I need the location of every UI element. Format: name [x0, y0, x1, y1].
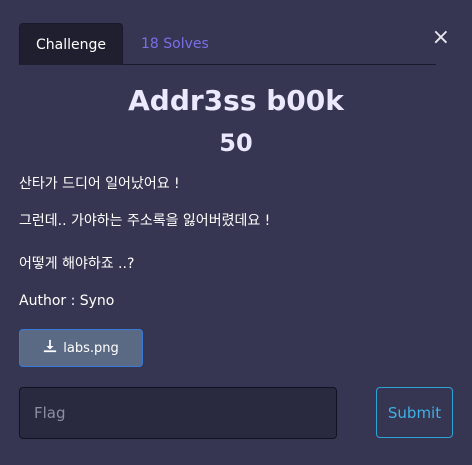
- tab-solves[interactable]: 18 Solves: [125, 23, 225, 65]
- tab-challenge[interactable]: Challenge: [19, 23, 123, 65]
- challenge-title: Addr3ss b00k: [128, 84, 344, 117]
- flag-input[interactable]: [19, 387, 337, 439]
- challenge-tabs: Challenge 18 Solves: [19, 23, 436, 65]
- author-line: Author : Syno: [19, 293, 115, 309]
- download-icon: [43, 339, 57, 357]
- file-name: labs.png: [63, 340, 119, 356]
- description-line: 어떻게 해야하죠 ..?: [19, 256, 135, 272]
- download-file-button[interactable]: labs.png: [19, 329, 143, 367]
- description-line: 산타가 드디어 일어났어요 !: [19, 176, 180, 192]
- description-line: 그런데.. 가야하는 주소록을 잃어버렸데요 !: [19, 213, 271, 229]
- challenge-points: 50: [219, 129, 253, 157]
- close-icon[interactable]: ×: [432, 26, 450, 50]
- submit-button[interactable]: Submit: [376, 387, 453, 438]
